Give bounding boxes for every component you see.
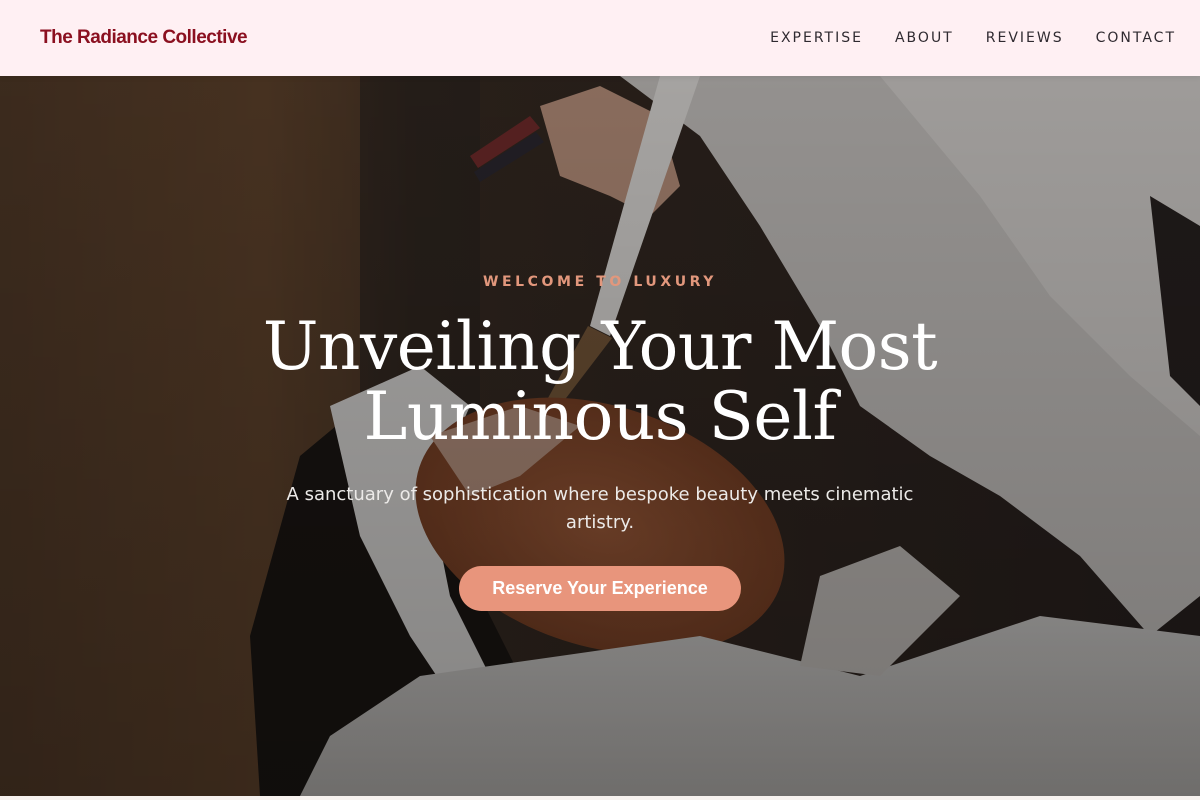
nav-link-about[interactable]: ABOUT <box>895 30 954 46</box>
site-header: The Radiance Collective EXPERTISE ABOUT … <box>0 0 1200 76</box>
next-section-edge <box>0 796 1200 800</box>
hero-section: WELCOME TO LUXURY Unveiling Your Most Lu… <box>0 76 1200 796</box>
hero-subtitle: A sanctuary of sophistication where besp… <box>286 484 914 533</box>
nav-link-reviews[interactable]: REVIEWS <box>986 30 1064 46</box>
hero-content: WELCOME TO LUXURY Unveiling Your Most Lu… <box>0 76 1200 796</box>
main-nav: EXPERTISE ABOUT REVIEWS CONTACT <box>770 30 1176 46</box>
nav-link-expertise[interactable]: EXPERTISE <box>770 30 863 46</box>
reserve-experience-button[interactable]: Reserve Your Experience <box>459 566 741 611</box>
hero-headline: Unveiling Your Most Luminous Self <box>262 308 938 455</box>
nav-link-contact[interactable]: CONTACT <box>1096 30 1176 46</box>
brand-logo-link[interactable]: The Radiance Collective <box>40 27 248 49</box>
hero-eyebrow: WELCOME TO LUXURY <box>482 274 718 290</box>
